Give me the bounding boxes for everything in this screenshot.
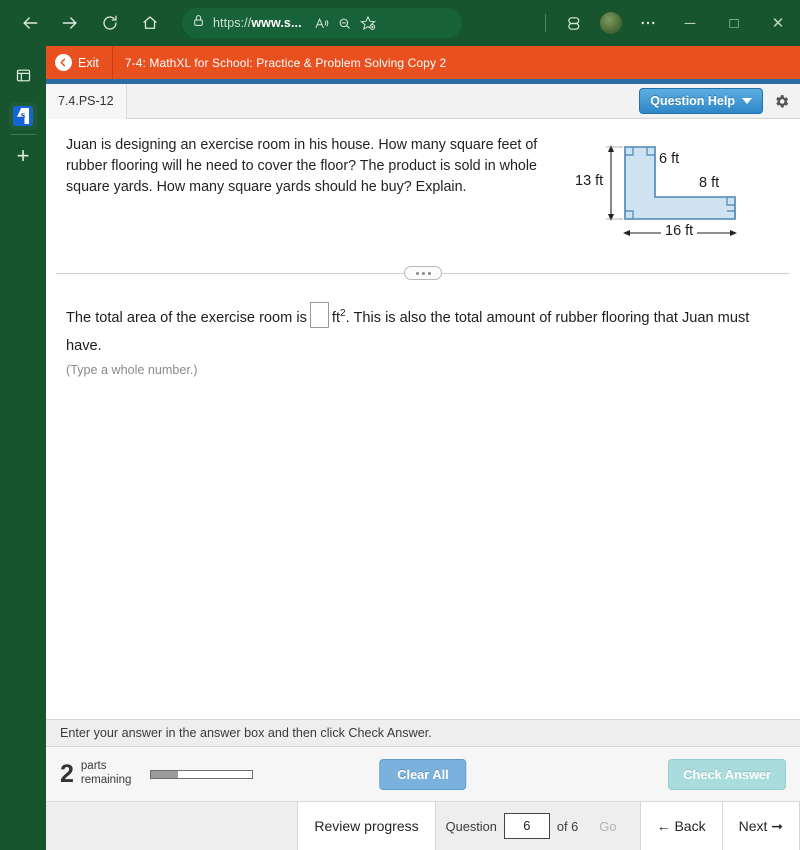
answer-input[interactable] <box>309 302 329 328</box>
parts-label-line1: parts <box>80 760 107 773</box>
browser-essentials-icon[interactable] <box>554 3 594 43</box>
instruction-text: Enter your answer in the answer box and … <box>60 726 432 740</box>
dot <box>421 271 425 275</box>
sidebar-divider <box>10 134 36 135</box>
question-text: Juan is designing an exercise room in hi… <box>66 137 538 196</box>
add-app-button[interactable]: + <box>17 145 30 167</box>
tab-panel-icon[interactable] <box>8 60 38 90</box>
figure-label-inner-horizontal: 8 ft <box>699 175 720 191</box>
exit-back-icon <box>55 54 72 71</box>
instruction-bar: Enter your answer in the answer box and … <box>46 719 800 747</box>
app-glyph: s <box>13 106 33 126</box>
question-row: Juan is designing an exercise room in hi… <box>46 119 800 244</box>
chevron-down-icon <box>742 98 752 104</box>
browser-right-cluster: ─ □ ✕ <box>537 0 800 46</box>
next-button[interactable]: Next ➞ <box>721 802 800 850</box>
url-text: https://www.s... <box>213 16 302 30</box>
figure-label-inner-vertical: 6 ft <box>659 151 680 167</box>
minimize-button[interactable]: ─ <box>668 0 712 46</box>
back-icon[interactable] <box>10 3 50 43</box>
address-bar[interactable]: https://www.s... <box>182 8 462 38</box>
part-divider <box>56 266 790 280</box>
back-label: Back <box>674 818 706 834</box>
zoom-out-icon[interactable] <box>337 16 352 31</box>
parts-label-line2: remaining <box>80 774 132 786</box>
add-favorite-icon[interactable] <box>359 15 376 31</box>
question-navigation-bar: Review progress Question 6 of 6 Go ← Bac… <box>46 801 800 850</box>
answer-text-before: The total area of the exercise room is <box>66 310 307 326</box>
exercise-header: 7.4.PS-12 Question Help <box>46 83 800 119</box>
parts-remaining-group: 2 parts remaining <box>60 759 254 788</box>
answer-statement: The total area of the exercise room is ft… <box>66 302 778 360</box>
answer-part: The total area of the exercise room is ft… <box>46 280 800 377</box>
assignment-title: 7-4: MathXL for School: Practice & Probl… <box>124 55 447 70</box>
go-button[interactable]: Go <box>585 818 631 834</box>
question-help-label: Question Help <box>650 94 735 108</box>
clear-all-button[interactable]: Clear All <box>379 758 467 790</box>
dot <box>415 271 419 275</box>
page-content: Exit 7-4: MathXL for School: Practice & … <box>46 46 800 850</box>
toolbar-divider <box>545 14 546 32</box>
progress-bar <box>150 769 254 779</box>
back-button[interactable]: ← Back <box>639 802 723 850</box>
assignment-header: Exit 7-4: MathXL for School: Practice & … <box>46 46 800 79</box>
figure-label-bottom-width: 16 ft <box>661 223 698 239</box>
question-help-button[interactable]: Question Help <box>639 88 763 114</box>
dot <box>427 271 431 275</box>
next-arrow-icon: ➞ <box>767 817 783 834</box>
settings-gear-icon[interactable] <box>773 93 790 110</box>
next-label: Next <box>738 818 768 834</box>
review-progress-button[interactable]: Review progress <box>297 802 436 850</box>
more-options-icon[interactable] <box>628 3 668 43</box>
refresh-icon[interactable] <box>90 3 130 43</box>
check-answer-button[interactable]: Check Answer <box>668 758 786 790</box>
answer-hint: (Type a whole number.) <box>66 363 198 378</box>
close-button[interactable]: ✕ <box>756 0 800 46</box>
question-word-label: Question <box>445 818 497 834</box>
action-bar: 2 parts remaining Clear All Check Answer <box>46 747 800 801</box>
progress-bar-fill <box>151 770 178 778</box>
parts-count: 2 <box>60 759 74 788</box>
exit-label: Exit <box>78 55 99 70</box>
exercise-id: 7.4.PS-12 <box>46 83 127 119</box>
browser-toolbar: https://www.s... ─ □ ✕ <box>0 0 800 46</box>
question-number-input[interactable]: 6 <box>503 813 550 839</box>
profile-avatar[interactable] <box>600 12 622 34</box>
maximize-button[interactable]: □ <box>712 0 756 46</box>
home-icon[interactable] <box>130 3 170 43</box>
parts-label: parts remaining <box>81 760 132 787</box>
figure-label-left-height: 13 ft <box>575 173 604 189</box>
l-shape-figure: 13 ft 6 ft 8 ft 16 ft <box>575 139 772 244</box>
question-total-label: of 6 <box>556 818 579 834</box>
exit-button[interactable]: Exit <box>46 46 113 79</box>
read-aloud-icon[interactable] <box>314 16 329 31</box>
back-arrow-icon: ← <box>656 818 675 834</box>
forward-icon[interactable] <box>50 3 90 43</box>
answer-unit: ft <box>331 310 341 326</box>
question-number-group: Question 6 of 6 Go <box>435 802 641 850</box>
collapse-toggle-icon[interactable] <box>404 266 442 280</box>
browser-sidebar: s + <box>0 46 46 850</box>
question-body: Juan is designing an exercise room in hi… <box>46 119 800 719</box>
lock-icon <box>192 14 205 32</box>
exercise-header-actions: Question Help <box>639 88 800 114</box>
sidebar-app-icon[interactable]: s <box>9 102 37 130</box>
